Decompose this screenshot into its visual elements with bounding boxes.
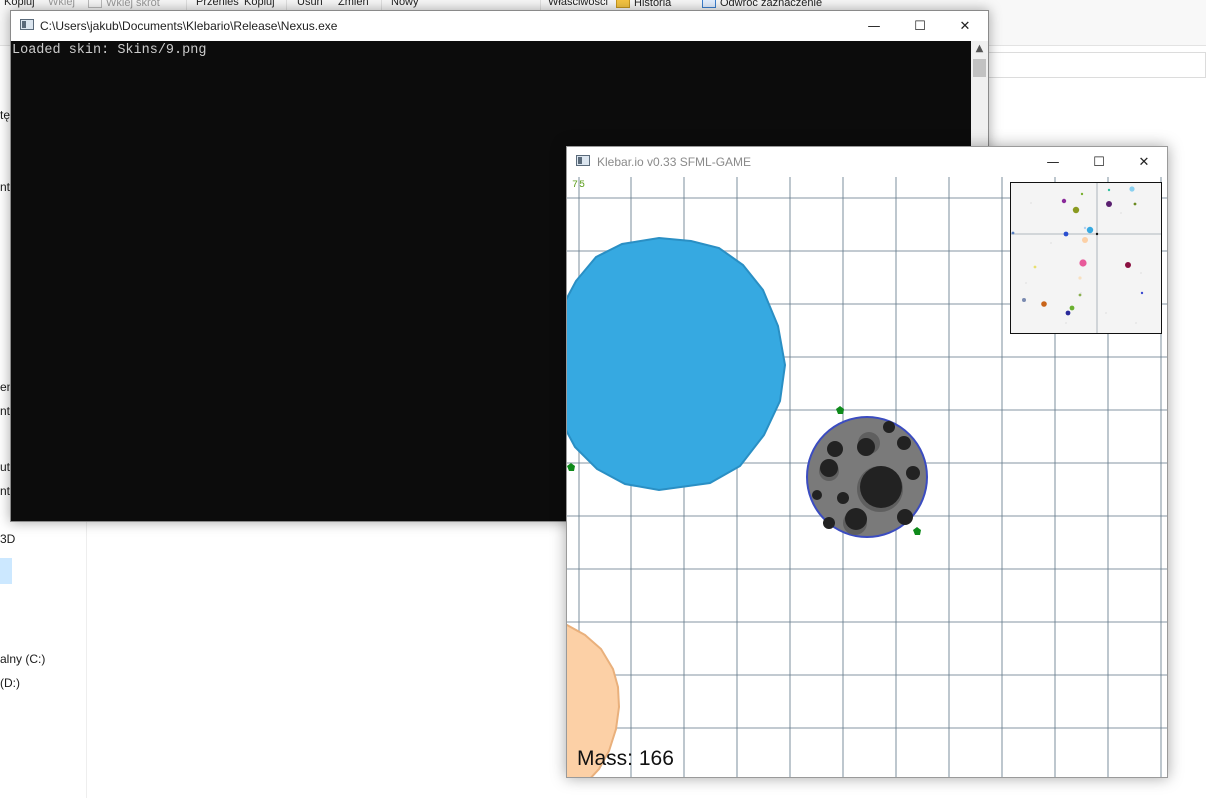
invert-selection-button[interactable]: Odwróć zaznaczenie <box>702 0 822 9</box>
invert-selection-label: Odwróć zaznaczenie <box>720 0 823 9</box>
console-output-text: Loaded skin: Skins/9.png <box>12 43 207 58</box>
maximize-icon: ☐ <box>1093 154 1105 170</box>
search-box[interactable] <box>988 52 1206 78</box>
nav-item[interactable]: 3D <box>0 532 15 546</box>
invert-selection-icon <box>702 0 716 8</box>
close-icon: ✕ <box>1138 154 1150 170</box>
new-folder-button[interactable]: Nowy <box>391 0 419 8</box>
minimap <box>1010 182 1162 334</box>
player-cell <box>806 416 928 538</box>
copy-to-button[interactable]: Kopiuj <box>244 0 275 8</box>
minimize-button[interactable]: — <box>1030 147 1076 177</box>
paste-shortcut-icon <box>88 0 102 8</box>
history-label: Historia <box>634 0 672 9</box>
food-pellet <box>567 463 575 471</box>
move-to-button[interactable]: Przenieś <box>196 0 239 8</box>
folder-icon <box>616 0 630 8</box>
nav-item-drive-c[interactable]: alny (C:) <box>0 652 45 666</box>
nav-item-drive-d[interactable]: (D:) <box>0 676 20 690</box>
nav-selection-highlight <box>0 558 12 584</box>
console-app-icon <box>20 19 34 30</box>
nav-item[interactable]: tę <box>0 108 10 122</box>
copy-button[interactable]: Kopiuj <box>4 0 35 8</box>
minimap-cells <box>1011 186 1144 316</box>
maximize-icon: ☐ <box>914 18 926 34</box>
paste-shortcut-label: Wklej skrót <box>106 0 160 9</box>
game-title-bar[interactable]: Klebar.io v0.33 SFML-GAME — ☐ ✕ <box>567 147 1167 177</box>
blue-enemy-cell <box>567 236 787 492</box>
minimize-button[interactable]: — <box>851 11 897 41</box>
rename-button[interactable]: Zmień <box>338 0 369 8</box>
game-window: Klebar.io v0.33 SFML-GAME — ☐ ✕ 75 Mass:… <box>566 146 1168 778</box>
close-button[interactable]: ✕ <box>1121 147 1167 177</box>
delete-button[interactable]: Usuń <box>297 0 323 8</box>
maximize-button[interactable]: ☐ <box>1076 147 1122 177</box>
properties-button[interactable]: Właściwości <box>548 0 608 8</box>
minimize-icon: — <box>1046 154 1060 170</box>
game-canvas[interactable]: 75 Mass: 166 <box>567 177 1167 777</box>
close-icon: ✕ <box>959 18 971 34</box>
scrollbar-thumb[interactable] <box>973 59 986 77</box>
minimap-view <box>1011 183 1161 333</box>
console-title: C:\Users\jakub\Documents\Klebario\Releas… <box>40 19 338 33</box>
history-button[interactable]: Historia <box>616 0 671 9</box>
minimize-icon: — <box>867 18 881 34</box>
game-app-icon <box>576 155 590 166</box>
close-button[interactable]: ✕ <box>942 11 988 41</box>
game-title: Klebar.io v0.33 SFML-GAME <box>597 155 752 169</box>
food-pellet <box>913 527 921 535</box>
mass-counter: Mass: 166 <box>577 747 674 770</box>
maximize-button[interactable]: ☐ <box>897 11 943 41</box>
fps-counter: 75 <box>572 180 587 191</box>
paste-button[interactable]: Wklej <box>48 0 75 8</box>
console-title-bar[interactable]: C:\Users\jakub\Documents\Klebario\Releas… <box>11 11 988 41</box>
scroll-up-arrow-icon[interactable]: ▲ <box>971 41 988 57</box>
paste-shortcut-button[interactable]: Wklej skrót <box>88 0 160 9</box>
